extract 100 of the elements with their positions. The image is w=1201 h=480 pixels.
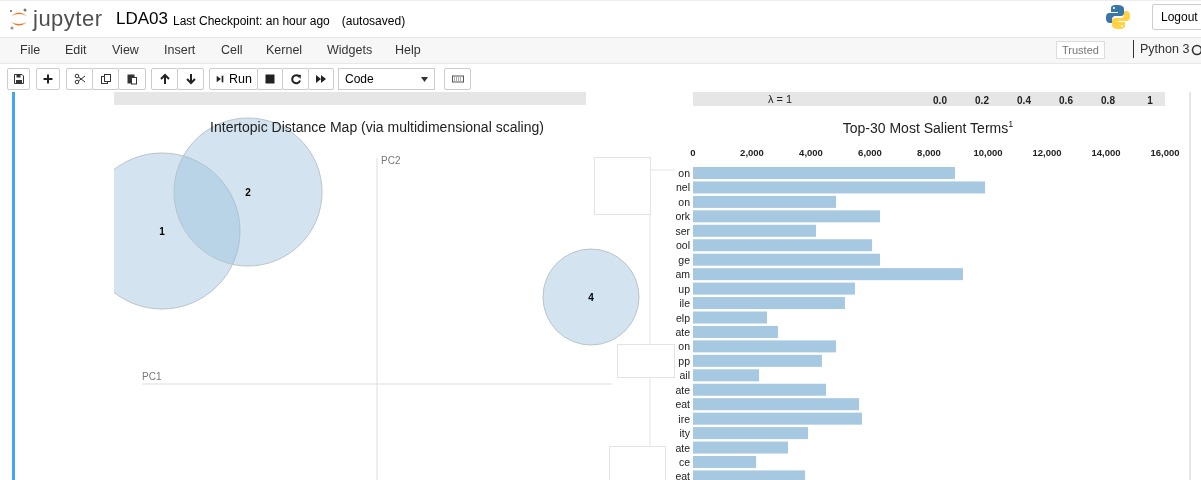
term-label: on <box>678 195 690 208</box>
term-bar[interactable] <box>693 470 806 480</box>
slider-tick-label: 1 <box>1147 95 1153 106</box>
keyboard-icon <box>451 73 464 85</box>
move-up-button[interactable] <box>151 68 178 90</box>
cell-type-dropdown[interactable]: Code <box>338 68 435 90</box>
term-bar[interactable] <box>693 427 809 440</box>
term-label: ate <box>675 325 690 338</box>
term-bar[interactable] <box>693 456 757 468</box>
term-bar[interactable] <box>693 354 822 367</box>
term-label: ool <box>676 239 690 252</box>
term-label: ce <box>678 456 690 468</box>
term-bar[interactable] <box>693 311 768 324</box>
axis-label: PC2 <box>381 155 401 166</box>
term-label: elp <box>676 311 690 324</box>
menu-item[interactable]: Help <box>395 43 421 57</box>
logo-text: jupyter <box>33 6 103 32</box>
term-bar[interactable] <box>693 253 881 266</box>
menu-item[interactable]: View <box>112 43 139 57</box>
menu-item[interactable]: Cell <box>221 43 243 57</box>
legend-box <box>617 344 675 378</box>
term-bar[interactable] <box>693 282 855 295</box>
menu-item[interactable]: Widgets <box>327 43 373 57</box>
term-label: eat <box>675 470 690 480</box>
term-label: ge <box>678 253 690 266</box>
x-tick-label: 6,000 <box>858 147 882 158</box>
menu-item[interactable]: Kernel <box>266 43 303 57</box>
term-bar[interactable] <box>693 268 963 281</box>
menu-item[interactable]: File <box>20 43 41 57</box>
slider-tick-label: 0.6 <box>1059 95 1073 106</box>
x-tick-label: 0 <box>690 147 696 158</box>
x-tick-label: 14,000 <box>1091 147 1121 158</box>
kernel-status-icon <box>1191 44 1201 56</box>
lambda-label: λ = 1 <box>768 93 793 105</box>
term-bar[interactable] <box>693 224 816 237</box>
term-bar[interactable] <box>693 167 955 179</box>
python-logo-icon <box>1105 4 1131 30</box>
menu-item[interactable]: Edit <box>65 43 87 57</box>
term-bar[interactable] <box>693 441 788 454</box>
restart-button[interactable] <box>282 68 309 90</box>
term-label: ork <box>675 210 690 223</box>
term-bar[interactable] <box>693 181 986 194</box>
term-bar[interactable] <box>693 340 837 353</box>
term-label: ate <box>675 383 690 396</box>
down-arrow-icon <box>184 73 197 85</box>
term-bar[interactable] <box>693 239 873 252</box>
copy-icon <box>99 73 112 85</box>
checkpoint-text: Last Checkpoint: an hour ago <box>173 13 330 28</box>
insert-cell-button[interactable] <box>36 68 60 90</box>
slider-tick-label: 0.8 <box>1101 95 1115 106</box>
topic-label: 2 <box>245 187 251 198</box>
x-tick-label: 8,000 <box>917 147 941 158</box>
term-label: ail <box>679 369 690 382</box>
up-arrow-icon <box>158 73 171 85</box>
term-label: pp <box>678 354 690 367</box>
topic-label: 1 <box>159 226 165 237</box>
step-icon <box>215 73 226 85</box>
fast-forward-icon <box>315 73 327 85</box>
topic-bubble[interactable] <box>542 248 640 346</box>
chart-title: Intertopic Distance Map (via multidimensional scaling) <box>210 119 544 135</box>
autosave-status: (autosaved) <box>341 13 406 28</box>
term-label: ity <box>679 427 690 440</box>
legend-box <box>594 157 651 215</box>
save-icon <box>12 73 25 85</box>
keyboard-shortcuts-button[interactable] <box>444 68 471 90</box>
x-tick-label: 16,000 <box>1150 147 1180 158</box>
term-bar[interactable] <box>693 325 778 338</box>
notebook-name[interactable]: LDA03 <box>116 9 168 29</box>
menu-item[interactable]: Insert <box>164 43 196 57</box>
paste-icon <box>126 73 138 85</box>
term-label: ser <box>675 224 690 237</box>
plus-icon <box>42 73 54 85</box>
term-bar[interactable] <box>693 297 845 310</box>
restart-icon <box>289 73 302 85</box>
save-button[interactable] <box>7 68 30 90</box>
x-tick-label: 4,000 <box>799 147 823 158</box>
logout-button[interactable]: Logout <box>1152 4 1201 30</box>
term-label: ate <box>675 441 690 454</box>
stop-button[interactable] <box>257 68 283 90</box>
run-all-button[interactable] <box>308 68 334 90</box>
term-bar[interactable] <box>693 383 827 396</box>
cut-button[interactable] <box>66 68 93 90</box>
term-bar[interactable] <box>693 369 760 382</box>
term-label: eat <box>675 398 690 411</box>
copy-button[interactable] <box>92 68 119 90</box>
caret-icon <box>421 76 428 82</box>
x-tick-label: 10,000 <box>973 147 1003 158</box>
move-down-button[interactable] <box>177 68 204 90</box>
slider-tick-label: 0.2 <box>975 95 989 106</box>
term-bar[interactable] <box>693 210 881 223</box>
topic-label: 4 <box>588 292 594 303</box>
run-button[interactable]: Run <box>209 68 258 90</box>
trusted-indicator[interactable]: Trusted <box>1056 41 1105 59</box>
stop-icon <box>264 73 276 85</box>
paste-button[interactable] <box>118 68 146 90</box>
slider-tick-label: 0.4 <box>1017 95 1031 106</box>
term-bar[interactable] <box>693 195 837 208</box>
term-bar[interactable] <box>693 398 860 411</box>
term-label: ire <box>678 412 690 425</box>
term-bar[interactable] <box>693 412 863 425</box>
